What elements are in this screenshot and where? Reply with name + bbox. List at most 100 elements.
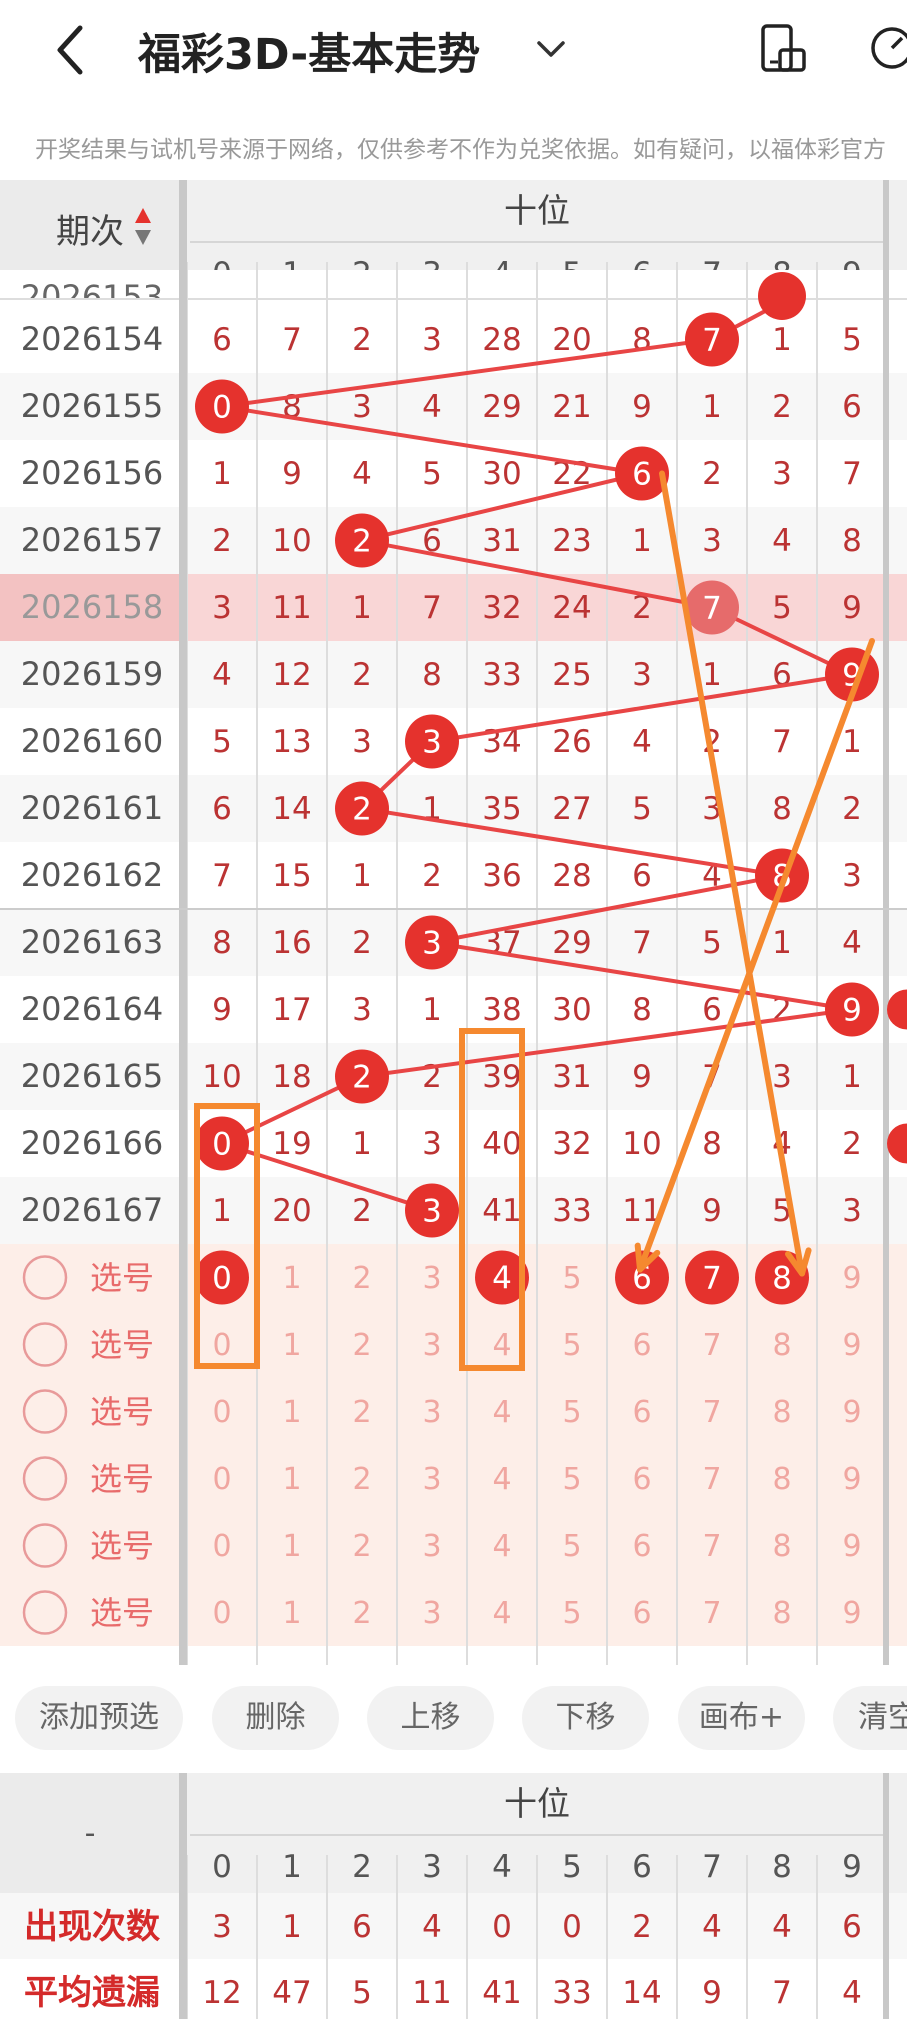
- pick-digit[interactable]: 7: [702, 1462, 721, 1497]
- cell-value: 1: [772, 925, 792, 961]
- pick-digit[interactable]: 4: [492, 1462, 511, 1497]
- pick-digit[interactable]: 2: [352, 1596, 371, 1631]
- cell-value: 38: [482, 992, 521, 1028]
- pick-label: 选号: [90, 1594, 154, 1632]
- pick-digit[interactable]: 1: [282, 1462, 301, 1497]
- pick-digit[interactable]: 0: [212, 1596, 231, 1631]
- stats-value: 33: [552, 1975, 591, 2011]
- pick-digit[interactable]: 2: [352, 1328, 371, 1363]
- pick-digit[interactable]: 8: [772, 1596, 791, 1631]
- pick-digit[interactable]: 1: [282, 1261, 301, 1296]
- pick-digit[interactable]: 1: [282, 1395, 301, 1430]
- cell-value: 27: [552, 791, 591, 827]
- pick-digit[interactable]: 5: [562, 1596, 581, 1631]
- pick-digit[interactable]: 2: [352, 1462, 371, 1497]
- pick-digit[interactable]: 0: [212, 1462, 231, 1497]
- hit-ball-number: 3: [422, 725, 442, 761]
- pick-digit[interactable]: 9: [842, 1328, 861, 1363]
- pick-digit[interactable]: 2: [352, 1395, 371, 1430]
- pick-digit[interactable]: 9: [842, 1596, 861, 1631]
- pick-digit[interactable]: 1: [282, 1529, 301, 1564]
- cell-value: 5: [772, 590, 792, 626]
- chevron-down-icon[interactable]: [533, 34, 569, 64]
- cell-value: 2: [352, 322, 372, 358]
- pick-digit[interactable]: 7: [702, 1596, 721, 1631]
- cell-value: 9: [632, 1059, 652, 1095]
- pick-digit[interactable]: 3: [422, 1462, 441, 1497]
- pick-digit[interactable]: 4: [492, 1328, 511, 1363]
- pick-digit[interactable]: 8: [772, 1395, 791, 1430]
- cell-value: 10: [622, 1126, 661, 1162]
- pick-digit[interactable]: 5: [562, 1395, 581, 1430]
- cell-value: 36: [482, 858, 521, 894]
- refresh-icon[interactable]: [868, 20, 907, 76]
- action-button-6[interactable]: 清空: [833, 1686, 907, 1750]
- pick-digit[interactable]: 7: [702, 1395, 721, 1430]
- pick-digit[interactable]: 3: [422, 1596, 441, 1631]
- pick-digit[interactable]: 8: [772, 1328, 791, 1363]
- pick-digit[interactable]: 6: [632, 1395, 651, 1430]
- pick-digit[interactable]: 9: [842, 1462, 861, 1497]
- pick-digit[interactable]: 3: [422, 1328, 441, 1363]
- pick-digit[interactable]: 3: [422, 1529, 441, 1564]
- cell-value: 7: [632, 925, 652, 961]
- pick-digit[interactable]: 1: [282, 1328, 301, 1363]
- stats-value: 11: [412, 1975, 451, 2011]
- cell-value: 2: [352, 657, 372, 693]
- cell-value: 20: [552, 322, 591, 358]
- cell-value: 7: [772, 724, 792, 760]
- cell-value: 5: [842, 322, 862, 358]
- pick-label: 选号: [90, 1460, 154, 1498]
- pick-digit[interactable]: 7: [702, 1529, 721, 1564]
- pick-digit[interactable]: 1: [282, 1596, 301, 1631]
- pick-digit[interactable]: 4: [492, 1395, 511, 1430]
- pick-digit[interactable]: 7: [702, 1328, 721, 1363]
- pick-digit[interactable]: 6: [632, 1462, 651, 1497]
- pick-digit[interactable]: 8: [772, 1462, 791, 1497]
- pick-digit[interactable]: 4: [492, 1596, 511, 1631]
- pick-digit[interactable]: 6: [632, 1328, 651, 1363]
- cell-value: 1: [842, 1059, 862, 1095]
- cell-value: 15: [272, 858, 311, 894]
- pick-digit[interactable]: 5: [562, 1261, 581, 1296]
- cell-value: 11: [272, 590, 311, 626]
- issue-number: 2026166: [21, 1124, 164, 1162]
- pick-digit[interactable]: 0: [212, 1328, 231, 1363]
- cell-value: 9: [212, 992, 232, 1028]
- pick-digit[interactable]: 4: [492, 1529, 511, 1564]
- back-arrow-icon[interactable]: [52, 22, 92, 78]
- stats-value: 3: [212, 1909, 232, 1945]
- pick-digit[interactable]: 9: [842, 1395, 861, 1430]
- action-button-3[interactable]: 上移: [367, 1686, 494, 1750]
- pick-digit[interactable]: 5: [562, 1529, 581, 1564]
- cell-value: 6: [702, 992, 722, 1028]
- pick-digit[interactable]: 6: [632, 1596, 651, 1631]
- rotate-screen-icon[interactable]: [758, 20, 808, 76]
- pick-digit[interactable]: 3: [422, 1261, 441, 1296]
- action-button-1[interactable]: 添加预选: [15, 1686, 183, 1750]
- pick-digit[interactable]: 6: [632, 1529, 651, 1564]
- action-button-5[interactable]: 画布+: [678, 1686, 805, 1750]
- pick-digit[interactable]: 2: [352, 1261, 371, 1296]
- cell-value: 8: [772, 791, 792, 827]
- issue-number: 2026164: [21, 990, 164, 1028]
- action-button-2[interactable]: 删除: [212, 1686, 339, 1750]
- pick-digit[interactable]: 0: [212, 1529, 231, 1564]
- cell-value: 7: [842, 456, 862, 492]
- issue-number: 2026155: [21, 387, 164, 425]
- pick-digit[interactable]: 5: [562, 1462, 581, 1497]
- issue-number: 2026161: [21, 789, 164, 827]
- stats-value: 6: [352, 1909, 372, 1945]
- pick-digit[interactable]: 2: [352, 1529, 371, 1564]
- action-button-4[interactable]: 下移: [522, 1686, 649, 1750]
- pick-digit[interactable]: 8: [772, 1529, 791, 1564]
- cell-value: 31: [552, 1059, 591, 1095]
- pick-digit[interactable]: 9: [842, 1261, 861, 1296]
- pick-digit[interactable]: 3: [422, 1395, 441, 1430]
- pick-digit[interactable]: 0: [212, 1395, 231, 1430]
- pick-digit[interactable]: 5: [562, 1328, 581, 1363]
- stats-value: 47: [272, 1975, 311, 2011]
- pick-digit[interactable]: 9: [842, 1529, 861, 1564]
- issue-header[interactable]: 期次: [56, 212, 124, 252]
- pick-label: 选号: [90, 1527, 154, 1565]
